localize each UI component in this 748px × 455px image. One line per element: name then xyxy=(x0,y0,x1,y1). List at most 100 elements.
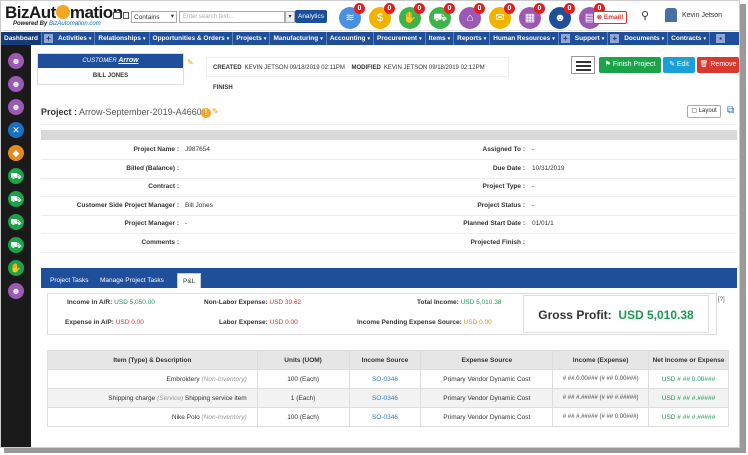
cart-icon[interactable]: ⛟ 0 xyxy=(429,3,455,29)
copy-icon[interactable]: ⧉ xyxy=(727,105,734,116)
analytics-button[interactable]: Analytics xyxy=(295,10,327,23)
main-nav: Dashboard + Activities ▾ Relationships ▾ Oppor… xyxy=(1,32,739,45)
item-type: (Non-Inventory) xyxy=(201,413,247,421)
nav-item-opportunities-orders[interactable]: Opportunities & Orders ▾ xyxy=(150,32,234,45)
income-source-link[interactable]: SO-0346 xyxy=(348,369,422,389)
field-label: Project Name : xyxy=(133,146,179,153)
nav-item-dashboard[interactable]: Dashboard xyxy=(1,32,42,45)
grid-menu-icon[interactable]: ▪ xyxy=(716,34,726,43)
item-cell: Embroidery (Non-Inventory) xyxy=(47,369,258,389)
record-meta: CREATED KEVIN JETSON 09/18/2019 02:11PM M… xyxy=(206,57,509,91)
cart-d-icon[interactable]: ⛟ xyxy=(8,237,24,253)
handshake-side-icon[interactable]: ✋ xyxy=(8,260,24,276)
cart-a-icon[interactable]: ⛟ xyxy=(8,168,24,184)
tab-manage-project-tasks[interactable]: Manage Project Tasks xyxy=(95,273,169,288)
chevron-down-icon: ▾ xyxy=(419,36,422,42)
search-dropdown-button[interactable]: ▾ xyxy=(285,11,295,23)
users-icon[interactable]: ☻ xyxy=(8,53,24,69)
nav-item-projects[interactable]: Projects ▾ xyxy=(233,32,271,45)
table-header[interactable]: Net Income or Expense xyxy=(648,350,729,370)
team-icon[interactable]: ☻ 0 xyxy=(549,3,575,29)
email-button[interactable]: ⊗ Email! xyxy=(593,11,627,24)
nav-item-items[interactable]: Items ▾ xyxy=(426,32,455,45)
magnifier-icon[interactable]: ⚲ xyxy=(641,9,649,22)
contacts-icon[interactable]: ☻ xyxy=(8,76,24,92)
field-value: - xyxy=(532,201,535,209)
expense-source-cell: Primary Vendor Dynamic Cost xyxy=(420,407,554,427)
mail-small-icon[interactable] xyxy=(113,12,121,19)
pl-table: Item (Type) & Description Units (UOM) Inco… xyxy=(47,350,729,427)
income-source-link[interactable]: SO-0346 xyxy=(348,407,422,427)
tag-icon[interactable]: ◆ xyxy=(8,145,24,161)
edit-button[interactable]: ✎ Edit xyxy=(663,57,695,73)
nav-item-activities[interactable]: Activities ▾ xyxy=(55,32,96,45)
notification-badge: 0 xyxy=(474,3,485,14)
nav-item-documents[interactable]: Documents ▾ xyxy=(621,32,669,45)
field-label: Project Manager : xyxy=(124,220,179,227)
notification-badge: 0 xyxy=(444,3,455,14)
income-pending: Income Pending Expense Source: USD 0.00 xyxy=(357,319,492,326)
layout-button[interactable]: ▢ Layout xyxy=(687,105,721,118)
logo[interactable]: BizAut mation xyxy=(5,3,123,23)
income-expense-cell: # ##.0.00### (# ## 0.00###) xyxy=(552,369,650,389)
nav-item-procurement[interactable]: Procurement ▾ xyxy=(374,32,426,45)
table-header[interactable]: Units (UOM) xyxy=(256,350,350,370)
group-icon[interactable]: ☻ xyxy=(8,283,24,299)
coins-icon[interactable]: $0 xyxy=(369,3,395,29)
nav-item-manufacturing[interactable]: Manufacturing ▾ xyxy=(270,32,327,45)
tools-icon[interactable]: ✕ xyxy=(8,122,24,138)
tab-p-l[interactable]: P&L xyxy=(177,273,202,288)
income-expense-cell: # ## #.##### (# ## 0.00###) xyxy=(552,407,650,427)
field-label: Comments : xyxy=(141,238,179,246)
nav-item-accounting[interactable]: Accounting ▾ xyxy=(327,32,374,45)
table-row: Nike Polo (Non-Inventory) 100 (Each) SO-03… xyxy=(47,407,729,427)
table-header[interactable]: Expense Source xyxy=(420,350,554,370)
customer-link[interactable]: CUSTOMER Arrow xyxy=(38,54,183,68)
income-expense-cell: # ## #.##### (# ## #.#####) xyxy=(552,388,650,408)
bag-icon[interactable]: ⌂ 0 xyxy=(459,3,485,29)
nav-plus-button[interactable]: + xyxy=(43,34,53,43)
stack-icon[interactable]: ≋ 0 xyxy=(339,3,365,29)
handshake-icon[interactable]: ✋ 0 xyxy=(399,3,425,29)
table-header[interactable]: Item (Type) & Description xyxy=(47,350,258,370)
user-menu[interactable]: Kevin Jetson xyxy=(665,8,722,22)
person-icon[interactable]: ☻ xyxy=(8,99,24,115)
help-link[interactable]: [?] xyxy=(718,297,725,303)
notification-badge: 0 xyxy=(534,3,545,14)
search-scope-select[interactable]: Contains xyxy=(131,11,177,23)
edit-pencil-icon[interactable]: ✎ xyxy=(187,58,194,67)
contact-name[interactable]: BILL JONES xyxy=(38,68,183,84)
cart-b-icon[interactable]: ⛟ xyxy=(8,191,24,207)
field-value: Bill Jones xyxy=(185,201,213,209)
income-source-link[interactable]: SO-0346 xyxy=(348,388,422,408)
non-labor-expense: Non-Labor Expense: USD 39.62 xyxy=(204,299,302,306)
field-label: Project Type : xyxy=(482,183,525,190)
search-input[interactable]: Enter search text... xyxy=(179,11,285,23)
tab-project-tasks[interactable]: Project Tasks xyxy=(45,273,94,288)
nav-item-contracts[interactable]: Contracts ▾ xyxy=(668,32,711,45)
nav-plus-button[interactable]: + xyxy=(610,34,620,43)
expense-source-cell: Primary Vendor Dynamic Cost xyxy=(420,369,554,389)
table-header[interactable]: Income (Expense) xyxy=(552,350,650,370)
labor-expense: Labor Expense: USD 0.00 xyxy=(219,319,298,326)
calendar-icon[interactable]: ▦ 0 xyxy=(519,3,545,29)
remove-button[interactable]: 🗑 Remove xyxy=(697,57,739,73)
nav-item-relationships[interactable]: Relationships ▾ xyxy=(95,32,150,45)
checkbox-small-icon[interactable] xyxy=(123,12,129,19)
finish-project-button[interactable]: ⚑ Finish Project xyxy=(599,57,661,73)
nav-item-human-resources[interactable]: Human Resources ▾ xyxy=(490,32,559,45)
warning-icon[interactable]: ! xyxy=(201,108,211,118)
chevron-down-icon: ▾ xyxy=(88,36,92,42)
sidebar: ☻ ☻ ☻ ✕ ◆ ⛟ ⛟ ⛟ ⛟ ✋ ☻ xyxy=(1,45,31,447)
mail-icon[interactable]: ✉ 0 xyxy=(489,3,515,29)
section-bar xyxy=(41,130,737,140)
nav-item-reports[interactable]: Reports ▾ xyxy=(454,32,491,45)
nav-item-support[interactable]: Support ▾ xyxy=(572,32,609,45)
field-value: J987654 xyxy=(185,146,210,153)
checklist-icon[interactable] xyxy=(571,56,595,74)
cart-c-icon[interactable]: ⛟ xyxy=(8,214,24,230)
field-label: Contract : xyxy=(148,183,179,190)
table-header[interactable]: Income Source xyxy=(348,350,422,370)
title-edit-icon[interactable]: ✎ xyxy=(212,107,219,116)
nav-plus-button[interactable]: + xyxy=(560,34,570,43)
